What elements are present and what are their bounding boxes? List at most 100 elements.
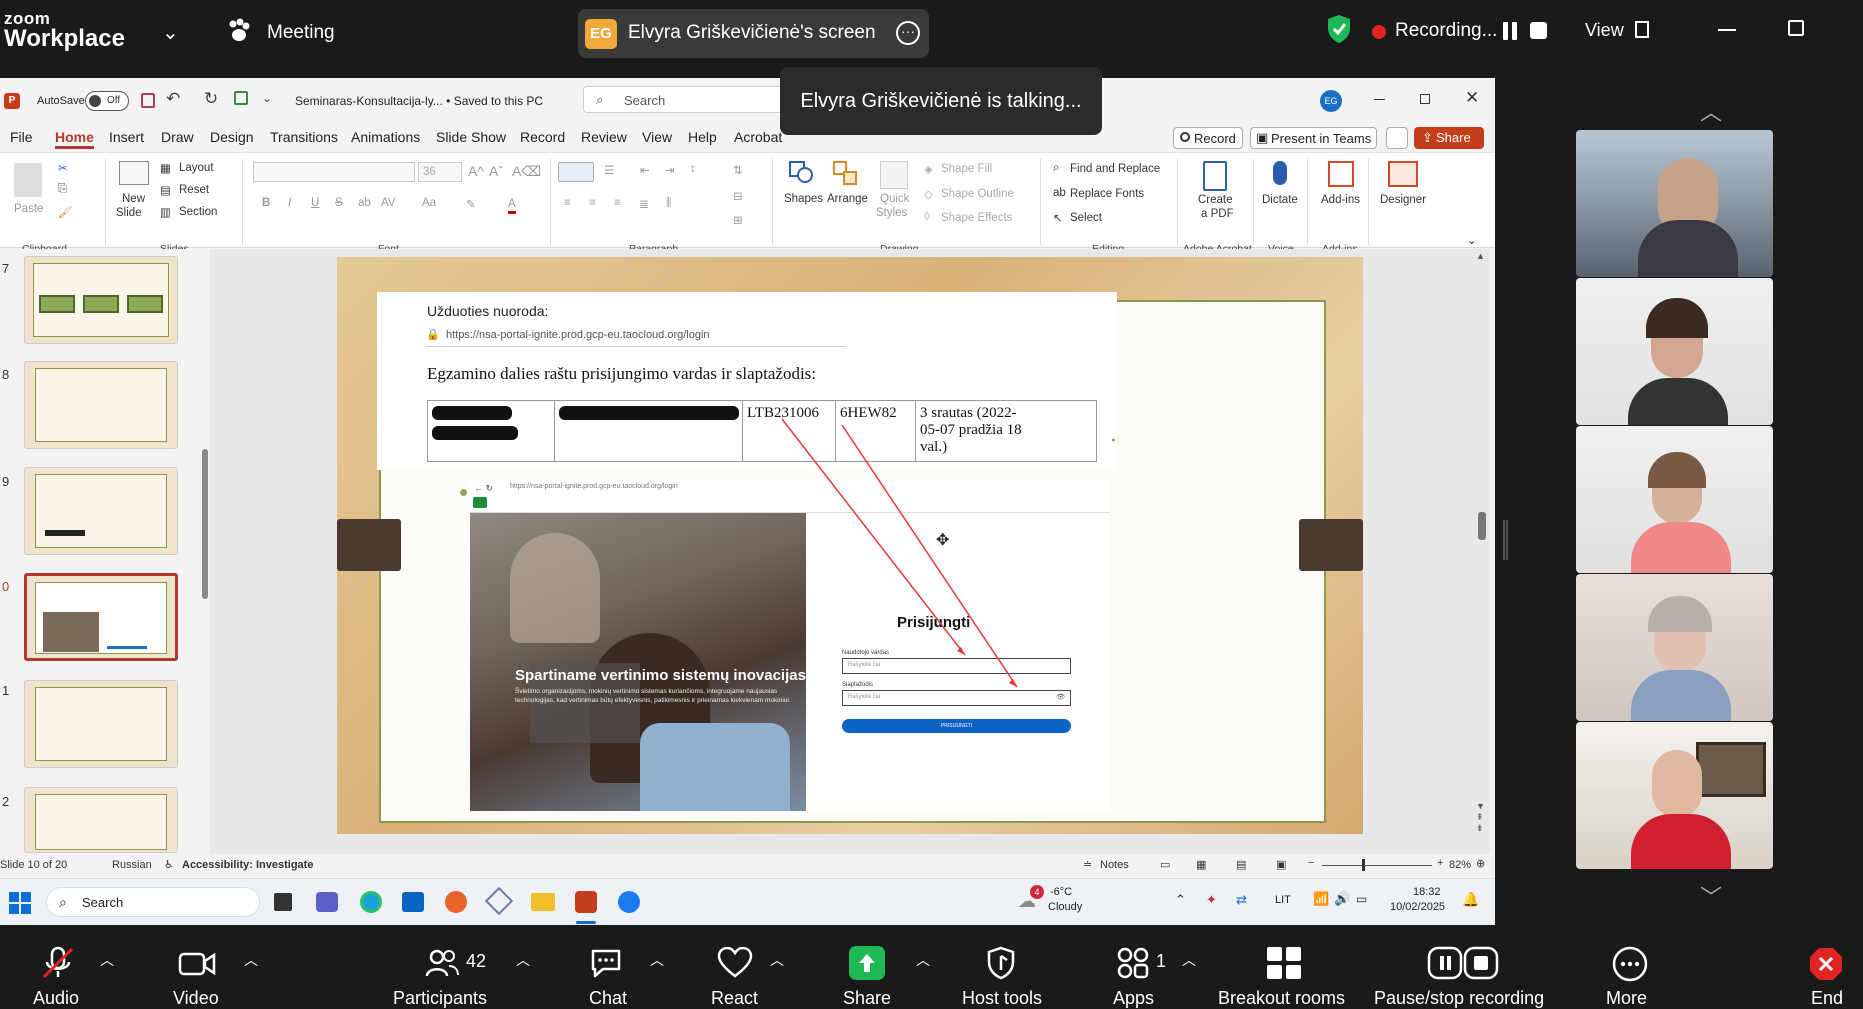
layout-button[interactable]: Layout — [179, 162, 214, 174]
canvas-scrollbar-thumb[interactable] — [1478, 512, 1486, 540]
encryption-shield-icon[interactable] — [1326, 14, 1352, 49]
font-size-select[interactable]: 36 — [418, 162, 462, 182]
tray-chevron-icon[interactable]: ⌃ — [1175, 892, 1186, 908]
reset-icon[interactable]: ▤ — [160, 183, 171, 197]
participant-video-tile[interactable] — [1576, 722, 1773, 869]
chat-bubble-icon[interactable] — [589, 947, 623, 984]
thumbnail-scrollbar[interactable] — [202, 449, 208, 599]
tab-insert[interactable]: Insert — [109, 129, 144, 145]
notes-button[interactable]: Notes — [1100, 859, 1129, 871]
present-from-start-icon[interactable] — [234, 91, 248, 105]
shape-effects-icon[interactable]: ◊ — [924, 211, 930, 223]
zoom-percent[interactable]: 82% — [1449, 859, 1471, 871]
quick-styles-icon[interactable] — [880, 161, 908, 189]
view-layout-icon[interactable] — [1635, 21, 1649, 38]
accessibility-status[interactable]: Accessibility: Investigate — [182, 859, 313, 871]
shape-fill-button[interactable]: Shape Fill — [941, 163, 992, 175]
create-pdf-label[interactable]: Create — [1198, 194, 1233, 206]
format-painter-icon[interactable]: 🖌 — [58, 205, 73, 219]
share-screen-label[interactable]: Share — [843, 988, 891, 1009]
tray-ime-icon[interactable]: ⇄ — [1236, 892, 1247, 908]
fit-to-window-icon[interactable]: ⊕ — [1476, 857, 1485, 870]
shadow-icon[interactable]: ab — [358, 197, 371, 209]
new-slide-label[interactable]: New — [122, 193, 145, 205]
keyboard-language[interactable]: LIT — [1275, 894, 1291, 906]
columns-icon[interactable]: ⫼ — [666, 197, 671, 210]
shape-effects-button[interactable]: Shape Effects — [941, 212, 1012, 224]
microphone-icon[interactable] — [1273, 161, 1287, 185]
shapes-button[interactable]: Shapes — [784, 193, 823, 205]
shapes-icon[interactable] — [789, 161, 815, 183]
reset-button[interactable]: Reset — [179, 184, 209, 196]
video-options-chevron-icon[interactable]: ︿ — [244, 950, 258, 970]
gallery-scroll-up-icon[interactable]: ︿ — [1700, 95, 1722, 127]
comments-icon[interactable] — [1386, 127, 1408, 149]
tab-acrobat[interactable]: Acrobat — [734, 129, 782, 145]
host-tools-label[interactable]: Host tools — [962, 988, 1042, 1009]
scroll-up-icon[interactable]: ▲ — [1476, 251, 1485, 261]
numbering-icon[interactable]: ☰ — [604, 163, 614, 177]
char-spacing-icon[interactable]: AV — [381, 197, 396, 209]
cut-icon[interactable]: ✂ — [58, 161, 68, 175]
user-avatar[interactable]: EG — [1320, 90, 1342, 112]
weather-temp[interactable]: -6°C — [1050, 886, 1072, 898]
text-direction-icon[interactable]: ⇅ — [733, 163, 743, 177]
teams-app-icon[interactable] — [316, 892, 338, 912]
slide-thumbnail[interactable] — [24, 361, 178, 449]
clear-formatting-icon[interactable]: A⌫ — [512, 163, 541, 180]
slide-thumbnail[interactable] — [24, 787, 178, 853]
pause-recording-icon[interactable] — [1503, 22, 1517, 40]
tab-design[interactable]: Design — [210, 129, 254, 145]
find-replace-button[interactable]: Find and Replace — [1070, 163, 1160, 175]
more-label[interactable]: More — [1606, 988, 1647, 1009]
end-meeting-label[interactable]: End — [1811, 988, 1843, 1009]
firefox-app-icon[interactable] — [445, 891, 467, 913]
highlight-icon[interactable]: ✎ — [466, 197, 476, 211]
tab-view[interactable]: View — [642, 129, 672, 145]
share-screen-icon[interactable] — [849, 946, 885, 980]
addins-button[interactable]: Add-ins — [1321, 194, 1360, 206]
edge-app-icon[interactable] — [360, 891, 382, 913]
battery-icon[interactable]: ▭ — [1356, 892, 1367, 906]
slide-thumbnail[interactable] — [24, 256, 178, 344]
powerpoint-app-icon[interactable] — [575, 891, 597, 913]
task-view-icon[interactable] — [274, 893, 292, 911]
customize-qat-icon[interactable]: ⌄ — [262, 91, 272, 105]
undo-icon[interactable]: ↶ — [166, 89, 180, 109]
clock-time[interactable]: 18:32 — [1413, 886, 1441, 898]
increase-font-icon[interactable]: A^ — [468, 163, 484, 179]
slide-sorter-icon[interactable]: ▦ — [1196, 858, 1206, 871]
app-icon[interactable] — [484, 886, 514, 916]
normal-view-icon[interactable]: ▭ — [1160, 858, 1170, 871]
smartart-icon[interactable]: ⊞ — [733, 213, 743, 227]
participant-video-tile[interactable] — [1576, 574, 1773, 721]
replace-fonts-icon[interactable]: ab — [1053, 187, 1066, 199]
gallery-scroll-down-icon[interactable]: ﹀ — [1700, 880, 1722, 912]
participants-icon[interactable] — [425, 948, 459, 983]
paste-icon[interactable] — [14, 163, 42, 197]
designer-icon[interactable] — [1388, 161, 1418, 187]
panel-resize-handle[interactable] — [1503, 520, 1508, 560]
zoom-out-icon[interactable]: − — [1308, 857, 1314, 869]
audio-label[interactable]: Audio — [33, 988, 79, 1009]
quick-styles-label-2[interactable]: Styles — [876, 207, 907, 219]
react-chevron-icon[interactable]: ︿ — [770, 950, 784, 970]
new-slide-label-2[interactable]: Slide — [116, 207, 142, 219]
video-label[interactable]: Video — [173, 988, 219, 1009]
tab-home[interactable]: Home — [55, 129, 94, 149]
decrease-indent-icon[interactable]: ⇤ — [640, 163, 650, 177]
language-indicator[interactable]: Russian — [112, 859, 152, 871]
ppt-search-box[interactable]: ⌕ Search — [583, 86, 783, 113]
addins-grid-icon[interactable] — [1328, 161, 1354, 187]
change-case-icon[interactable]: Aa — [422, 197, 436, 209]
zoom-slider[interactable] — [1322, 865, 1432, 866]
chat-chevron-icon[interactable]: ︿ — [650, 950, 664, 970]
strikethrough-icon[interactable]: S — [335, 197, 343, 209]
view-label[interactable]: View — [1585, 20, 1624, 41]
audio-options-chevron-icon[interactable]: ︿ — [100, 950, 114, 970]
participant-video-tile[interactable] — [1576, 278, 1773, 425]
file-explorer-icon[interactable] — [531, 893, 555, 911]
participants-chevron-icon[interactable]: ︿ — [516, 950, 530, 970]
end-meeting-icon[interactable] — [1808, 946, 1844, 987]
more-icon[interactable] — [1612, 946, 1648, 987]
